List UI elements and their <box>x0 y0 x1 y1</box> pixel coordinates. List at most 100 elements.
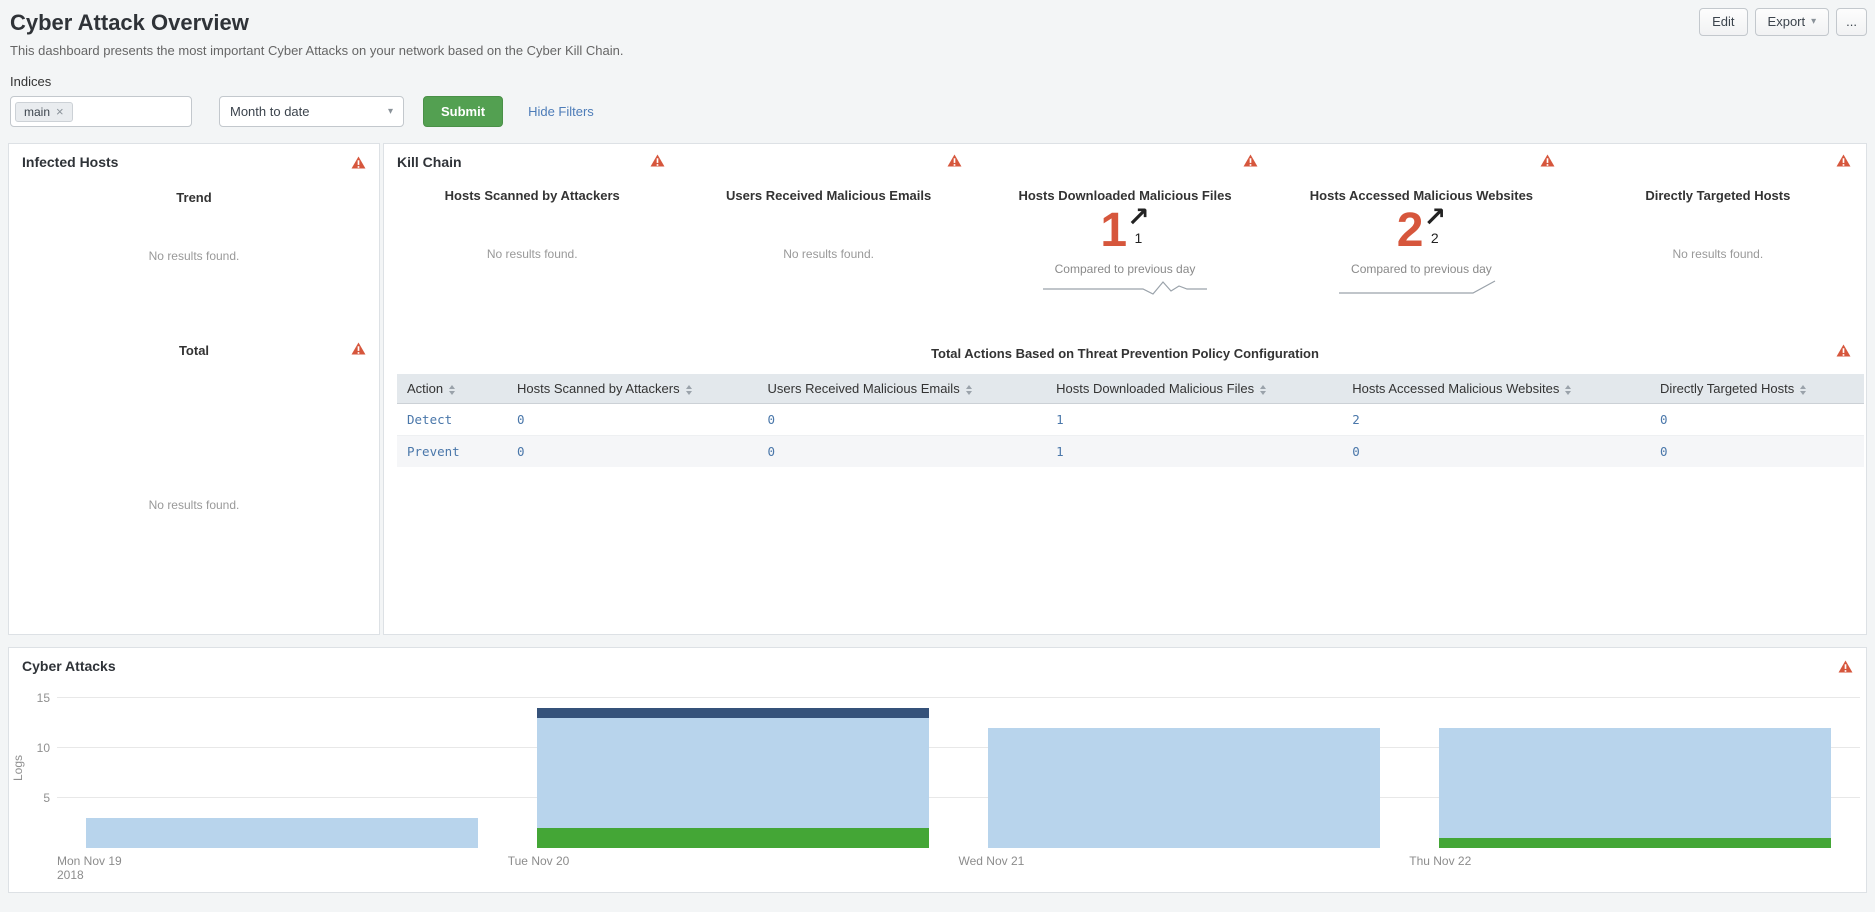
export-button[interactable]: Export ▾ <box>1754 8 1830 36</box>
stacked-bar[interactable] <box>1438 728 1831 848</box>
sort-icon <box>965 384 972 395</box>
warning-icon[interactable] <box>1243 154 1258 167</box>
value-cell[interactable]: 0 <box>507 403 758 436</box>
kc-panel-malicious-emails: Users Received Malicious Emails No resul… <box>680 144 976 334</box>
value-cell[interactable]: 0 <box>757 435 1047 467</box>
sort-icon <box>685 384 692 395</box>
submit-button[interactable]: Submit <box>423 96 504 127</box>
bar-slot <box>1409 688 1860 848</box>
delta-value: 2 <box>1430 230 1439 246</box>
column-header-malicious-websites[interactable]: Hosts Accessed Malicious Websites <box>1342 374 1651 404</box>
trend-sparkline <box>1339 280 1496 294</box>
kc-panel-directly-targeted: Directly Targeted Hosts No results found… <box>1570 144 1866 334</box>
sort-icon <box>449 384 456 395</box>
warning-icon[interactable] <box>947 154 962 167</box>
bar-segment-anti-bot[interactable] <box>537 708 930 718</box>
filter-bar: Indices main × Month to date ▾ Submit Hi… <box>10 74 1867 127</box>
column-header-hosts-scanned[interactable]: Hosts Scanned by Attackers <box>507 374 758 404</box>
close-icon[interactable]: × <box>56 105 64 118</box>
warning-icon[interactable] <box>1540 154 1555 167</box>
x-tick-label: Tue Nov 20 <box>507 854 570 868</box>
value-cell[interactable]: 0 <box>507 435 758 467</box>
action-cell[interactable]: Detect <box>397 403 508 436</box>
bar-segment-threat-emulation[interactable] <box>537 828 930 848</box>
column-header-directly-targeted[interactable]: Directly Targeted Hosts <box>1650 374 1864 404</box>
value-cell[interactable]: 1 <box>1046 403 1343 436</box>
table-title: Total Actions Based on Threat Prevention… <box>931 346 1319 361</box>
warning-icon[interactable] <box>1838 659 1853 673</box>
kc-panel-malicious-files: Hosts Downloaded Malicious Files 1 ↗ 1 C… <box>977 144 1273 334</box>
no-results-message: No results found. <box>1672 247 1764 261</box>
hide-filters-link[interactable]: Hide Filters <box>528 104 594 119</box>
sort-icon <box>1800 384 1807 395</box>
delta-value: 1 <box>1134 230 1143 246</box>
bar-segment-threat-emulation[interactable] <box>1438 838 1831 848</box>
more-actions-button[interactable]: ... <box>1836 8 1867 36</box>
infected-hosts-panel: Infected Hosts Trend No results found. T… <box>8 143 380 635</box>
value-cell[interactable]: 1 <box>1046 435 1343 467</box>
bar-slot <box>508 688 959 848</box>
comparison-caption: Compared to previous day <box>1351 262 1492 276</box>
no-results-message: No results found. <box>148 498 240 512</box>
chevron-down-icon: ▾ <box>1811 16 1817 27</box>
policy-table-section: Total Actions Based on Threat Prevention… <box>384 344 1866 467</box>
dashboard-description: This dashboard presents the most importa… <box>10 43 624 58</box>
sort-icon <box>1260 384 1267 395</box>
indices-label: Indices <box>10 74 52 89</box>
action-cell[interactable]: Prevent <box>397 435 508 467</box>
chart-plot <box>57 688 1860 848</box>
column-header-malicious-emails[interactable]: Users Received Malicious Emails <box>757 374 1047 404</box>
value-cell[interactable]: 0 <box>1650 403 1864 436</box>
header-actions: Edit Export ▾ ... <box>1699 8 1867 36</box>
panel-title: Infected Hosts <box>22 154 119 170</box>
token-chip[interactable]: main × <box>15 101 73 122</box>
bar-segment-anti-virus[interactable] <box>86 818 479 848</box>
chart-x-axis: Mon Nov 19 2018 Tue Nov 20 Wed Nov 21 Thu No… <box>57 854 1866 882</box>
single-value-number: 2 <box>1396 204 1424 257</box>
kc-panel-title: Hosts Downloaded Malicious Files <box>1018 188 1232 203</box>
page-title: Cyber Attack Overview <box>10 10 249 35</box>
warning-icon[interactable] <box>351 342 366 355</box>
time-range-dropdown[interactable]: Month to date ▾ <box>219 96 404 127</box>
trend-up-icon: ↗ <box>1423 202 1447 232</box>
value-cell[interactable]: 0 <box>757 403 1047 436</box>
panel-title: Cyber Attacks <box>22 658 116 674</box>
value-cell[interactable]: 0 <box>1650 435 1864 467</box>
warning-icon[interactable] <box>351 155 366 169</box>
warning-icon[interactable] <box>1836 344 1851 357</box>
x-tick-label: Wed Nov 21 <box>958 854 1025 868</box>
edit-button[interactable]: Edit <box>1699 8 1748 36</box>
stacked-bar[interactable] <box>987 728 1380 848</box>
bar-segment-anti-virus[interactable] <box>987 728 1380 848</box>
single-value[interactable]: 1 ↗ 1 <box>977 202 1273 255</box>
kc-panel-title: Directly Targeted Hosts <box>1645 188 1791 203</box>
stacked-bar[interactable] <box>86 818 479 848</box>
value-cell[interactable]: 0 <box>1342 435 1651 467</box>
no-results-message: No results found. <box>148 249 240 263</box>
chevron-down-icon: ▾ <box>387 105 393 117</box>
bar-segment-anti-virus[interactable] <box>1438 728 1831 838</box>
value-cell[interactable]: 2 <box>1342 403 1651 436</box>
warning-icon[interactable] <box>1836 154 1851 167</box>
bar-slot <box>959 688 1410 848</box>
kc-panel-title: Hosts Scanned by Attackers <box>444 188 620 203</box>
column-header-action[interactable]: Action <box>397 374 508 404</box>
warning-icon[interactable] <box>650 154 665 167</box>
indices-input[interactable]: main × <box>10 96 192 127</box>
trend-subtitle: Trend <box>176 190 212 205</box>
trend-up-icon: ↗ <box>1127 202 1150 232</box>
y-tick-label: 15 <box>36 691 50 705</box>
no-results-message: No results found. <box>783 247 874 261</box>
column-header-malicious-files[interactable]: Hosts Downloaded Malicious Files <box>1046 374 1343 404</box>
bar-segment-anti-virus[interactable] <box>537 718 930 828</box>
comparison-caption: Compared to previous day <box>1054 262 1196 276</box>
total-subtitle: Total <box>178 343 210 358</box>
kill-chain-panel: Kill Chain Hosts Scanned by Attackers No… <box>383 143 1867 635</box>
token-chip-label: main <box>24 104 51 119</box>
stacked-bar[interactable] <box>537 708 930 848</box>
kc-panel-title: Hosts Accessed Malicious Websites <box>1309 188 1534 203</box>
no-results-message: No results found. <box>486 247 578 261</box>
single-value[interactable]: 2 ↗ 2 <box>1273 202 1569 257</box>
cyber-attacks-panel: Cyber Attacks Logs 5 10 15 Mon Nov 19 2018 T… <box>8 647 1867 893</box>
time-range-value: Month to date <box>230 104 310 119</box>
